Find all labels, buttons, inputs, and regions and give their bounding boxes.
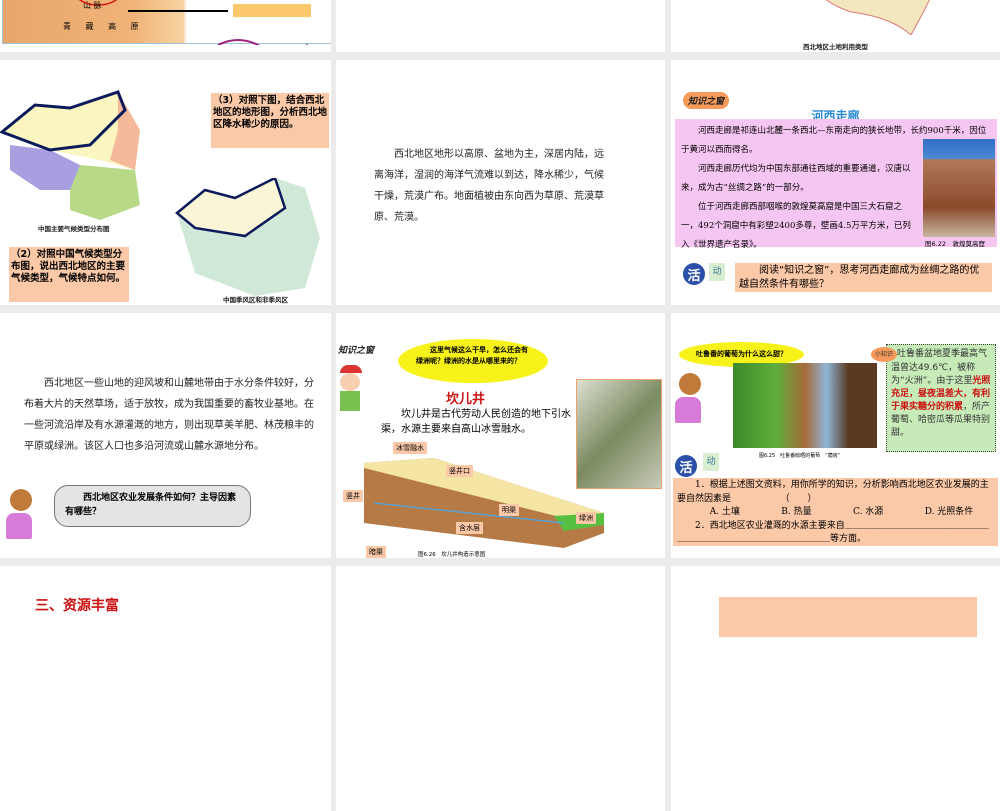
question-3-box: （3）对照下图，结合西北地区的地形图，分析西北地区降水稀少的原因。 bbox=[211, 93, 329, 148]
label-shaft: 竖井 bbox=[343, 490, 363, 502]
question-3-text: （3）对照下图，结合西北地区的地形图，分析西北地区降水稀少的原因。 bbox=[213, 95, 328, 130]
activity-text: 阅读“知识之窗”，思考河西走廊成为丝绸之路的优越自然条件有哪些？ bbox=[739, 265, 980, 290]
activity-icon: 活 bbox=[675, 455, 697, 477]
activity-icon: 活 bbox=[683, 263, 705, 285]
label-aquifer: 含水层 bbox=[456, 522, 483, 534]
map-caption: 西北地区土地利用类型 bbox=[803, 43, 868, 51]
slide-body-text: 坎儿井是古代劳动人民创造的地下引水渠，水源主要来自高山冰雪融水。 bbox=[381, 409, 571, 435]
activity-box: 阅读“知识之窗”，思考河西走廊成为丝绸之路的优越自然条件有哪些？ bbox=[735, 263, 992, 292]
label-shaft-mouth: 竖井口 bbox=[446, 465, 473, 477]
label-snow-melt: 冰雪融水 bbox=[393, 442, 427, 454]
karez-diagram bbox=[364, 458, 604, 548]
info-paragraph: 河西走廊历代均为中国东部通往西域的重要通道，汉唐以来，成为古“丝绸之路”的一部分… bbox=[681, 164, 911, 193]
options: A. 土壤 B. 热量 C. 水源 D. 光照条件 bbox=[677, 506, 994, 520]
slide-thumbnail-11[interactable] bbox=[336, 566, 665, 811]
slide-thumbnail-9[interactable]: 吐鲁番的葡萄为什么这么甜？ 图6.25 吐鲁番晾晒的葡萄 “荫房” 小知识 吐鲁番… bbox=[671, 313, 1000, 558]
boy-cartoon bbox=[340, 365, 370, 420]
option-b: B. 热量 bbox=[781, 507, 812, 517]
slide-thumbnail-5[interactable]: 西北地区地形以高原、盆地为主，深居内陆，远离海洋，湿润的海洋气流难以到达，降水稀… bbox=[336, 60, 665, 305]
option-c: C. 水源 bbox=[853, 507, 884, 517]
slide-body-text: 西北地区地形以高原、盆地为主，深居内陆，远离海洋，湿润的海洋气流难以到达，降水稀… bbox=[374, 149, 604, 223]
monsoon-map-caption: 中国季风区和非季风区 bbox=[223, 296, 288, 304]
label-oasis: 绿洲 bbox=[576, 512, 596, 524]
slide-title: 坎儿井 bbox=[446, 392, 486, 407]
activity-label: 动 bbox=[709, 263, 725, 281]
question-2-box: （2）对照中国气候类型分布图，说出西北地区的主要气候类型，气候特点如何。 bbox=[9, 247, 129, 302]
tip-badge: 小知识 bbox=[871, 347, 898, 362]
mountain-label: 山 脉 bbox=[83, 1, 102, 10]
info-paragraph: 位于河西走廊西部咽喉的敦煌莫高窟是中国三大石窟之一，492个洞窟中有彩塑2400… bbox=[681, 202, 911, 250]
activity-label: 动 bbox=[703, 453, 719, 471]
girl-cartoon bbox=[675, 373, 705, 425]
plateau-label: 青 藏 高 原 bbox=[63, 22, 145, 31]
terrain-map-image: 山 脉 青 藏 高 原 bbox=[2, 0, 331, 51]
knowledge-window-badge: 知识之窗 bbox=[338, 346, 375, 356]
question-2-text: （2）对照中国气候类型分布图，说出西北地区的主要气候类型，气候特点如何。 bbox=[11, 249, 126, 284]
question-2: 2．西北地区农业灌溉的水源主要来自＿＿＿＿＿＿＿＿＿＿＿＿＿＿＿＿＿＿＿＿＿＿＿… bbox=[677, 520, 989, 545]
slide-thumbnail-4[interactable]: 中国主要气候类型分布图 （3）对照下图，结合西北地区的地形图，分析西北地区降水稀… bbox=[0, 60, 331, 305]
land-use-map bbox=[825, 0, 931, 35]
thought-bubble: 这里气候这么干旱，怎么还会有绿洲呢？绿洲的水是从哪里来的？ bbox=[398, 339, 548, 383]
grape-drying-photo bbox=[733, 363, 877, 448]
slide-thumbnail-1[interactable]: 山 脉 青 藏 高 原 bbox=[0, 0, 331, 52]
bubble-text: 西北地区农业发展条件如何？主导因素有哪些？ bbox=[65, 493, 237, 517]
mogao-photo bbox=[923, 139, 995, 237]
slide-thumbnail-2[interactable] bbox=[336, 0, 665, 52]
label-hidden-canal: 暗渠 bbox=[366, 546, 386, 558]
climate-map bbox=[0, 90, 140, 220]
question-1: 1．根据上述图文资料，用你所学的知识，分析影响西北地区农业发展的主要自然因素是 … bbox=[677, 480, 989, 504]
activity-box: 1．根据上述图文资料，用你所学的知识，分析影响西北地区农业发展的主要自然因素是 … bbox=[673, 478, 998, 546]
bubble-text: 吐鲁番的葡萄为什么这么甜？ bbox=[696, 350, 787, 358]
photo-caption: 图6.25 吐鲁番晾晒的葡萄 “荫房” bbox=[759, 453, 841, 459]
slide-thumbnail-7[interactable]: 西北地区一些山地的迎风坡和山麓地带由于水分条件较好，分布着大片的天然草场，适于放… bbox=[0, 313, 331, 558]
section-heading: 三、资源丰富 bbox=[35, 598, 119, 614]
speech-bubble: 西北地区农业发展条件如何？主导因素有哪些？ bbox=[54, 485, 251, 527]
photo-caption: 图6.22 敦煌莫高窟 bbox=[925, 240, 985, 248]
girl-cartoon bbox=[6, 489, 36, 541]
slide-thumbnail-8[interactable]: 知识之窗 这里气候这么干旱，怎么还会有绿洲呢？绿洲的水是从哪里来的？ 坎儿井 坎… bbox=[336, 313, 665, 558]
slide-body-text: 西北地区一些山地的迎风坡和山麓地带由于水分条件较好，分布着大片的天然草场，适于放… bbox=[24, 378, 314, 452]
text-box bbox=[719, 597, 977, 637]
option-a: A. 土壤 bbox=[709, 507, 740, 517]
slide-thumbnail-10[interactable]: 三、资源丰富 bbox=[0, 566, 331, 811]
figure-caption: 图6.26 坎儿井构造示意图 bbox=[418, 552, 486, 558]
slide-thumbnail-3[interactable]: 西北地区土地利用类型 bbox=[671, 0, 1000, 52]
slide-thumbnail-12[interactable] bbox=[671, 566, 1000, 811]
map-overlay bbox=[78, 0, 311, 51]
slide-thumbnail-6[interactable]: 知识之窗 河西走廊 河西走廊是祁连山北麓一条西北—东南走向的狭长地带，长约900… bbox=[671, 60, 1000, 305]
label-open-canal: 明渠 bbox=[499, 504, 519, 516]
option-d: D. 光照条件 bbox=[924, 507, 974, 517]
monsoon-map bbox=[175, 178, 320, 296]
climate-map-caption: 中国主要气候类型分布图 bbox=[38, 225, 110, 233]
tip-box: 小知识 吐鲁番盆地夏季最高气温曾达49.6℃，被称为“火洲”。由于这里光照充足，昼… bbox=[871, 344, 996, 452]
bubble-text: 这里气候这么干旱，怎么还会有绿洲呢？绿洲的水是从哪里来的？ bbox=[416, 346, 528, 365]
